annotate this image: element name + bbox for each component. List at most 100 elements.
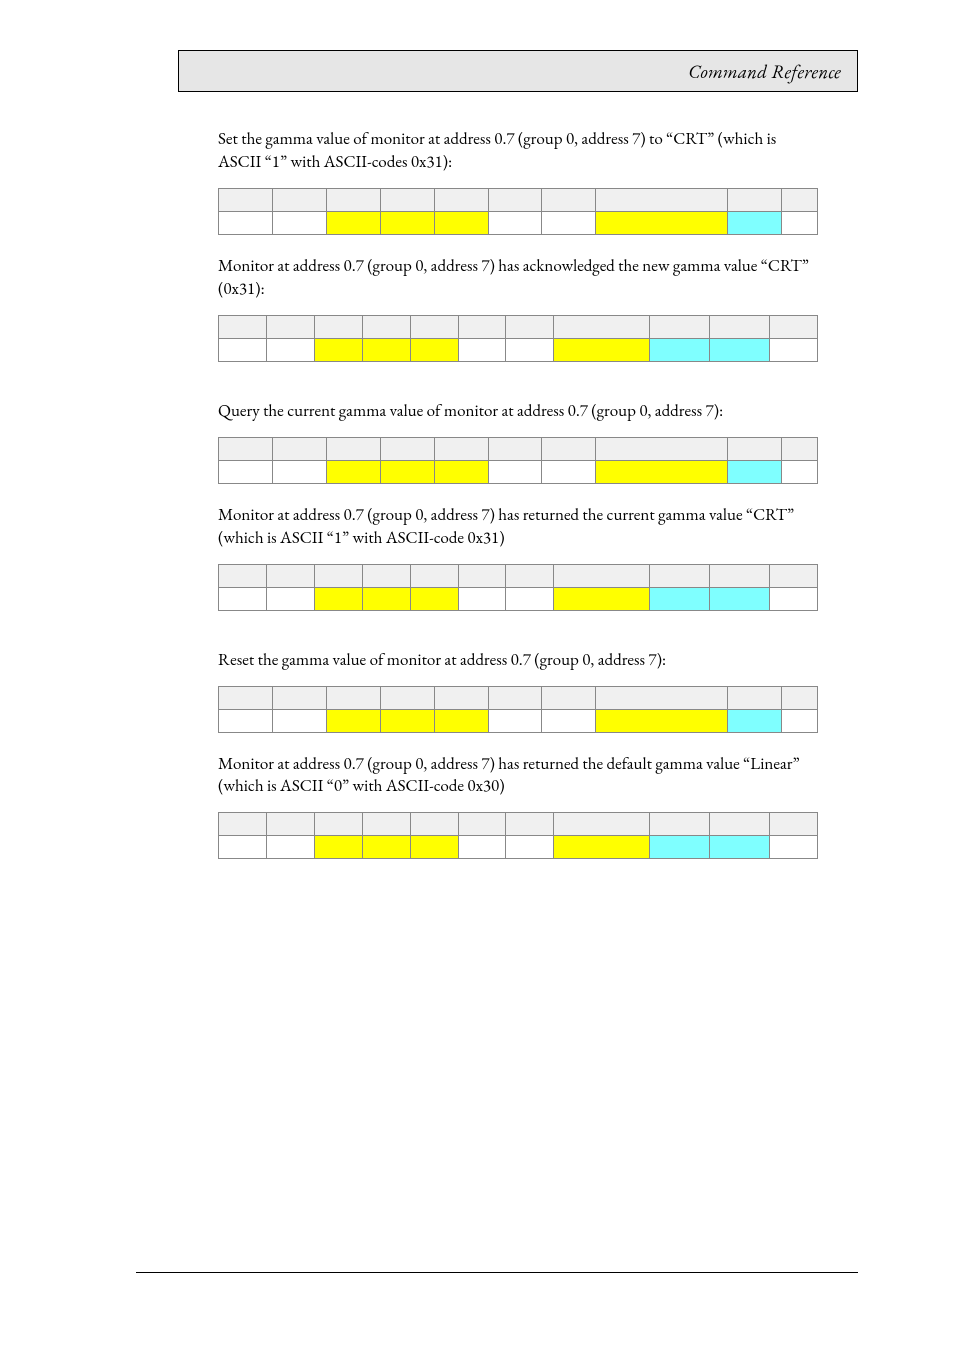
table-header-cell bbox=[542, 188, 596, 211]
paragraph: Set the gamma value of monitor at addres… bbox=[218, 128, 818, 174]
table-header-cell bbox=[710, 315, 770, 338]
header-title: Command Reference bbox=[688, 59, 841, 84]
table-cell bbox=[596, 211, 728, 234]
table-header-cell bbox=[380, 437, 434, 460]
table-cell bbox=[596, 460, 728, 483]
table-cell bbox=[266, 338, 314, 361]
table-cell bbox=[272, 460, 326, 483]
table-header-cell bbox=[380, 188, 434, 211]
table-cell bbox=[314, 836, 362, 859]
table-cell bbox=[380, 211, 434, 234]
table-header-cell bbox=[219, 564, 267, 587]
table-cell bbox=[542, 460, 596, 483]
table-header-cell bbox=[272, 188, 326, 211]
table-cell bbox=[458, 587, 506, 610]
table-cell bbox=[434, 709, 488, 732]
table-header-cell bbox=[728, 437, 782, 460]
table-cell bbox=[326, 460, 380, 483]
table-header-cell bbox=[458, 813, 506, 836]
table-header-cell bbox=[596, 188, 728, 211]
table-cell bbox=[410, 836, 458, 859]
table-cell bbox=[542, 211, 596, 234]
table-cell bbox=[488, 211, 542, 234]
table-cell bbox=[314, 587, 362, 610]
table-header-cell bbox=[434, 437, 488, 460]
table-cell bbox=[272, 211, 326, 234]
paragraph: Monitor at address 0.7 (group 0, address… bbox=[218, 255, 818, 301]
table-cell bbox=[650, 338, 710, 361]
table-header-cell bbox=[458, 315, 506, 338]
table-header-cell bbox=[380, 686, 434, 709]
table-cell bbox=[554, 587, 650, 610]
table-header-cell bbox=[710, 813, 770, 836]
table-header-cell bbox=[506, 315, 554, 338]
table-cell bbox=[728, 460, 782, 483]
header-bar: Command Reference bbox=[178, 50, 858, 92]
table-cell bbox=[769, 587, 817, 610]
table-cell bbox=[458, 836, 506, 859]
table-cell bbox=[769, 836, 817, 859]
table-header-cell bbox=[458, 564, 506, 587]
table-header-cell bbox=[434, 686, 488, 709]
table-header-cell bbox=[488, 686, 542, 709]
table-header-cell bbox=[650, 315, 710, 338]
table-cell bbox=[506, 587, 554, 610]
table-cell bbox=[769, 338, 817, 361]
table-header-cell bbox=[362, 564, 410, 587]
table-header-cell bbox=[434, 188, 488, 211]
table-header-cell bbox=[362, 315, 410, 338]
table-cell bbox=[650, 587, 710, 610]
table-header-cell bbox=[554, 315, 650, 338]
table-header-cell bbox=[488, 188, 542, 211]
table-cell bbox=[458, 338, 506, 361]
table-header-cell bbox=[219, 686, 273, 709]
table-cell bbox=[219, 338, 267, 361]
command-table bbox=[218, 564, 818, 611]
table-header-cell bbox=[554, 813, 650, 836]
table-header-cell bbox=[219, 437, 273, 460]
table-header-cell bbox=[710, 564, 770, 587]
table-header-cell bbox=[506, 813, 554, 836]
table-header-cell bbox=[769, 315, 817, 338]
table-cell bbox=[434, 460, 488, 483]
table-header-cell bbox=[314, 564, 362, 587]
table-header-cell bbox=[769, 564, 817, 587]
table-cell bbox=[266, 587, 314, 610]
table-cell bbox=[314, 338, 362, 361]
table-cell bbox=[266, 836, 314, 859]
table-header-cell bbox=[554, 564, 650, 587]
table-header-cell bbox=[219, 813, 267, 836]
command-table bbox=[218, 315, 818, 362]
table-header-cell bbox=[314, 315, 362, 338]
table-cell bbox=[362, 587, 410, 610]
table-cell bbox=[219, 460, 273, 483]
table-header-cell bbox=[728, 686, 782, 709]
table-cell bbox=[434, 211, 488, 234]
table-header-cell bbox=[326, 188, 380, 211]
paragraph: Query the current gamma value of monitor… bbox=[218, 400, 818, 423]
table-header-cell bbox=[266, 813, 314, 836]
command-table bbox=[218, 686, 818, 733]
table-header-cell bbox=[326, 437, 380, 460]
table-header-cell bbox=[769, 813, 817, 836]
page: Command Reference Set the gamma value of… bbox=[0, 0, 954, 1351]
table-cell bbox=[219, 709, 273, 732]
table-cell bbox=[782, 460, 818, 483]
table-header-cell bbox=[410, 564, 458, 587]
table-cell bbox=[728, 211, 782, 234]
table-header-cell bbox=[782, 686, 818, 709]
table-cell bbox=[219, 836, 267, 859]
table-cell bbox=[782, 709, 818, 732]
footer-rule bbox=[136, 1272, 858, 1273]
table-header-cell bbox=[782, 188, 818, 211]
table-cell bbox=[380, 460, 434, 483]
table-header-cell bbox=[596, 437, 728, 460]
table-cell bbox=[488, 709, 542, 732]
table-header-cell bbox=[410, 813, 458, 836]
table-cell bbox=[326, 211, 380, 234]
table-cell bbox=[710, 836, 770, 859]
table-header-cell bbox=[219, 315, 267, 338]
table-cell bbox=[488, 460, 542, 483]
table-cell bbox=[272, 709, 326, 732]
table-cell bbox=[219, 587, 267, 610]
